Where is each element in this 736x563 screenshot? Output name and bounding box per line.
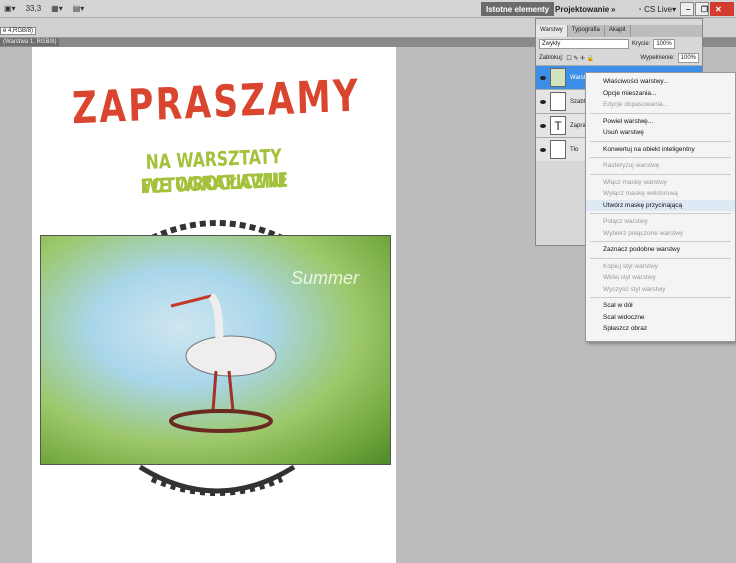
view-extras-icon[interactable]: ▦▾: [51, 4, 63, 13]
more-workspaces-button[interactable]: »: [606, 2, 620, 16]
menu-item: Wyczyść styl warstwy: [603, 285, 666, 293]
eye-icon[interactable]: [540, 123, 546, 128]
summer-watermark: Summer: [291, 268, 360, 288]
menu-item[interactable]: Spłaszcz obraz: [586, 323, 735, 335]
application-bar: ▣▾ 33,3 ▦▾ ▤▾ Istotne elementy Projektow…: [0, 0, 736, 18]
menu-separator: [590, 173, 731, 175]
menu-separator: [590, 297, 731, 298]
stork-photo-layer[interactable]: Summer: [40, 235, 391, 465]
opacity-input[interactable]: 100%: [653, 39, 675, 49]
cs-live-button[interactable]: ◔ CS Live ▾: [632, 2, 681, 16]
menu-item[interactable]: Konwertuj na obiekt inteligentny: [586, 144, 735, 156]
artwork-title: ZAPRASZAMY: [71, 70, 361, 135]
layer-thumbnail: [550, 68, 566, 87]
zoom-level[interactable]: 33,3: [26, 4, 42, 13]
blend-mode-select[interactable]: Zwykły: [539, 39, 629, 49]
menu-item[interactable]: Utwórz maskę przycinającą: [586, 199, 735, 211]
close-button[interactable]: ✕: [710, 2, 734, 16]
menu-separator: [590, 140, 731, 142]
cs-live-icon: ◔: [637, 4, 642, 14]
arrange-documents-icon[interactable]: ▤▾: [73, 4, 85, 13]
eye-icon[interactable]: [540, 147, 546, 152]
workspace-design[interactable]: Projektowanie: [550, 2, 614, 16]
menu-item: Wklej styl warstwy: [603, 274, 656, 281]
menu-item[interactable]: Powiel warstwę...: [586, 116, 735, 128]
menu-item: Wyłącz maskę wektorową: [603, 190, 678, 197]
menu-item: Rasteryzuj warstwę: [603, 162, 660, 169]
menu-item[interactable]: Opcje mieszania...: [586, 88, 735, 100]
menu-item[interactable]: Zaznacz podobne warstwy: [586, 244, 735, 256]
menu-item: Kopiuj styl warstwy: [603, 262, 658, 270]
tooltip: e 4,RGB/8): [0, 27, 37, 35]
launch-bridge-icon[interactable]: ▣▾: [4, 4, 16, 13]
fill-input[interactable]: 100%: [677, 53, 699, 63]
cs-live-label: CS Live: [644, 4, 673, 14]
eye-icon[interactable]: [540, 99, 546, 104]
tab-layers[interactable]: Warstwy: [536, 25, 568, 37]
layer-context-menu: Właściwości warstwy... Opcje mieszania...…: [585, 72, 736, 342]
text-layer-icon: T: [550, 116, 566, 135]
lock-icons[interactable]: ☐ ✎ ✛ 🔒: [566, 55, 594, 62]
bottom-ornament: [138, 465, 296, 496]
menu-separator: [590, 241, 731, 242]
workspace-essentials[interactable]: Istotne elementy: [481, 2, 555, 16]
maximize-button[interactable]: ❐: [695, 2, 709, 16]
tab-typography[interactable]: Typografia: [568, 25, 605, 37]
lock-label: Zablokuj:: [539, 55, 564, 61]
menu-separator: [590, 157, 731, 158]
menu-item: Połącz warstwy: [603, 218, 648, 225]
tab-paragraph[interactable]: Akapit: [605, 25, 631, 37]
menu-item[interactable]: Scal w dół: [586, 300, 735, 312]
menu-separator: [590, 257, 731, 259]
menu-item: Włącz maskę warstwy: [603, 178, 667, 186]
layer-name: Tło: [570, 146, 579, 153]
menu-separator: [590, 213, 731, 214]
eye-icon[interactable]: [540, 75, 546, 80]
menu-item[interactable]: Właściwości warstwy...: [586, 76, 735, 88]
minimize-button[interactable]: –: [680, 2, 694, 16]
document-tab-label: (Warstwa 1, RGB/8): [0, 38, 60, 46]
menu-item[interactable]: Scal widoczne: [586, 312, 735, 324]
layer-thumbnail: [550, 92, 566, 111]
menu-separator: [590, 112, 731, 114]
menu-item[interactable]: Usuń warstwę: [586, 127, 735, 139]
layer-name: Zapra: [570, 122, 586, 129]
fill-label: Wypełnienie:: [640, 55, 675, 61]
layer-thumbnail: [550, 140, 566, 159]
menu-item: Edycje dopasowania...: [603, 101, 669, 108]
menu-item: Wybierz połączone warstwy: [603, 229, 684, 237]
opacity-label: Krycie:: [632, 41, 651, 47]
